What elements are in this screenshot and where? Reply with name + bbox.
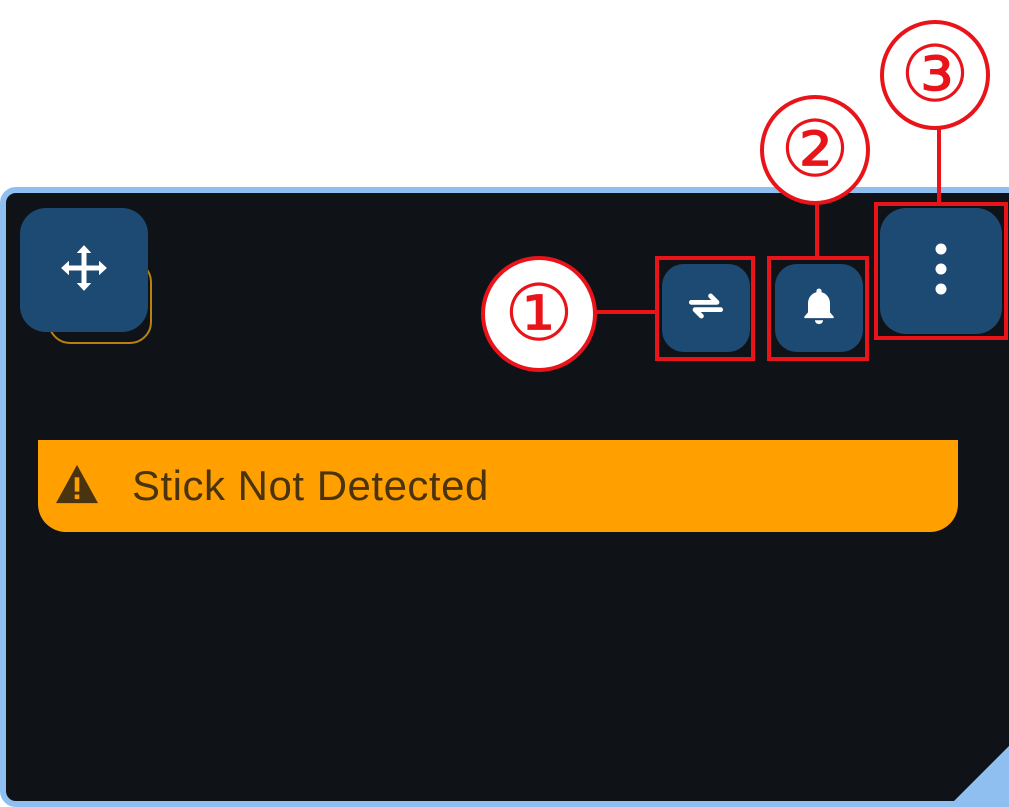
sync-button[interactable] (662, 264, 750, 352)
callout-1: ① (481, 256, 597, 372)
sync-icon (684, 284, 728, 333)
callout-2: ② (760, 95, 870, 205)
bell-icon (797, 284, 841, 333)
callout-2-connector (815, 200, 819, 258)
stick-warning-banner: Stick Not Detected (38, 440, 958, 532)
resize-corner[interactable] (954, 731, 1009, 801)
warning-triangle-icon (54, 463, 100, 510)
notifications-button[interactable] (775, 264, 863, 352)
more-vertical-icon (931, 241, 951, 302)
warning-text: Stick Not Detected (132, 462, 489, 509)
callout-3-label: ③ (900, 30, 970, 120)
callout-1-label: ① (504, 269, 574, 359)
callout-2-label: ② (780, 105, 850, 195)
callout-3: ③ (880, 20, 990, 130)
more-options-button[interactable] (880, 208, 1002, 334)
move-arrows-icon (59, 243, 109, 298)
callout-1-connector (596, 310, 656, 314)
move-button-group (20, 208, 156, 344)
move-button[interactable] (20, 208, 148, 332)
callout-3-connector (937, 128, 941, 204)
